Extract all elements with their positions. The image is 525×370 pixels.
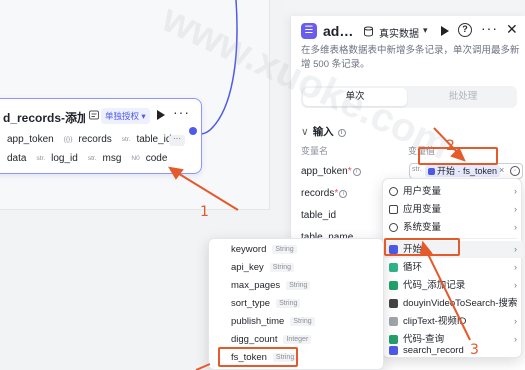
info-icon: i (337, 129, 346, 137)
sync-icon (89, 110, 99, 120)
start-icon (428, 168, 435, 175)
node-outputs: data str. log_id str. msg N0 code (7, 153, 168, 164)
more-icon[interactable]: ··· (173, 104, 190, 120)
settings-icon[interactable]: · (510, 166, 520, 176)
submenu-item-digg-count[interactable]: digg_count Integer (231, 334, 312, 345)
field-label: code (145, 153, 168, 164)
chevron-down-icon: ∨ (301, 126, 309, 138)
search-icon (389, 346, 398, 355)
loop-icon (389, 263, 398, 272)
clear-icon[interactable]: × (499, 165, 504, 175)
chevron-down-icon[interactable]: ▾ (423, 25, 428, 36)
submenu-item-keyword[interactable]: keyword String (231, 244, 297, 255)
field-label: table_id (136, 134, 172, 145)
more-icon[interactable]: ··· (481, 20, 498, 36)
field-label: app_token (7, 134, 54, 145)
submenu-item-sort-type[interactable]: sort_type String (231, 298, 301, 309)
field-label: data (7, 153, 27, 164)
code-icon (389, 281, 398, 290)
info-icon: i (352, 168, 361, 176)
help-icon[interactable]: ? (458, 23, 472, 37)
input-section-header[interactable]: ∨ 输入 i (301, 124, 346, 139)
database-icon (364, 26, 373, 37)
highlight-start (384, 238, 460, 256)
node-inputs: app_token {{}} records str. table_id (7, 134, 172, 145)
submenu-item-publish-time[interactable]: publish_time String (231, 316, 315, 327)
node-title: d_records-添加… (3, 111, 85, 125)
plugin-logo-icon: ☰ (301, 23, 317, 39)
play-icon[interactable] (440, 25, 450, 37)
submenu-item-api-key[interactable]: api_key String (231, 262, 295, 273)
var-row-table-id: table_id (301, 210, 337, 221)
info-icon: i (339, 190, 348, 198)
douyin-icon (389, 299, 398, 308)
highlight-fs-token (218, 347, 298, 367)
menu-item-loop[interactable]: 循环 › (383, 259, 523, 276)
data-mode-select[interactable]: 真实数据 (379, 25, 419, 40)
field-label: msg (102, 153, 122, 164)
close-icon[interactable]: ✕ (506, 21, 518, 38)
variable-reference-input[interactable]: str. 开始 · fs_token × · (409, 163, 523, 179)
panel-title: ad… (323, 23, 354, 39)
field-label: log_id (51, 153, 78, 164)
annotation-label-1: 1 (200, 204, 209, 220)
menu-item-cliptext[interactable]: clipText-视频ID › (383, 313, 523, 330)
menu-item-system-vars[interactable]: 系统变量 › (383, 219, 523, 236)
menu-item-app-vars[interactable]: 应用变量 › (383, 201, 523, 218)
var-row-app-token: app_token* i (301, 166, 361, 177)
menu-item-search-record[interactable]: search_record (383, 342, 523, 359)
menu-item-douyin[interactable]: douyinVideoToSearch-搜索 › (383, 295, 523, 312)
play-icon[interactable] (156, 109, 166, 121)
menu-item-user-vars[interactable]: 用户变量 › (383, 183, 523, 200)
variable-source-menu: 用户变量 › 应用变量 › 系统变量 › 开始 › 循环 › 代码_添加记录 › douyi… (382, 178, 523, 359)
var-row-records: records* i (301, 188, 348, 199)
folder-icon (389, 205, 398, 214)
menu-item-code-add[interactable]: 代码_添加记录 › (383, 277, 523, 294)
more-fields-button[interactable]: ··· (169, 135, 185, 146)
workflow-node[interactable]: d_records-添加… 单独授权 ▾ ··· app_token {{}}r… (0, 98, 202, 174)
user-icon (389, 187, 398, 196)
auth-badge[interactable]: 单独授权 ▾ (101, 108, 150, 124)
clip-icon (389, 317, 398, 326)
tab-batch[interactable]: 批处理 (411, 88, 515, 106)
panel-description: 在多维表格数据表中新增多条记录，单次调用最多新增 500 条记录。 (301, 45, 520, 70)
gear-icon (389, 223, 398, 232)
output-port[interactable] (189, 127, 197, 135)
submenu-item-max-pages[interactable]: max_pages String (231, 280, 311, 291)
field-label: records (78, 134, 112, 145)
annotation-label-3: 3 (470, 342, 479, 358)
